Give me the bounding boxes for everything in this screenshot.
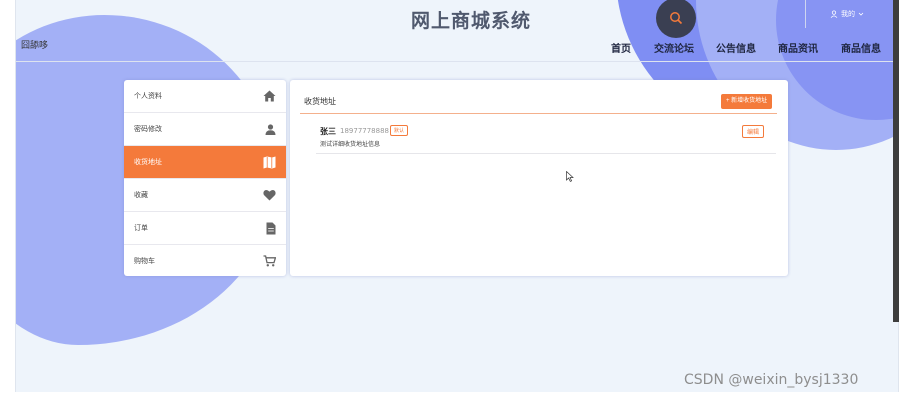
- add-address-button[interactable]: + 新增收货地址: [721, 94, 773, 109]
- sidebar-item-favorites[interactable]: 收藏: [124, 179, 286, 212]
- panel-title-divider: [300, 113, 777, 114]
- sidebar-item-profile[interactable]: 个人资料: [124, 80, 286, 113]
- sidebar-item-label: 订单: [134, 224, 148, 232]
- home-icon: [263, 90, 276, 102]
- mine-label: 我的: [841, 10, 855, 18]
- user-icon: [265, 123, 276, 135]
- nav-product-news[interactable]: 商品资讯: [778, 40, 818, 55]
- address-panel: 收货地址 + 新增收货地址 张三 18977778888 默认 测试详细收货地址…: [290, 80, 788, 276]
- sidebar-item-addresses[interactable]: 收货地址: [124, 146, 286, 179]
- sidebar-item-label: 购物车: [134, 257, 155, 265]
- sidebar-item-password[interactable]: 密码修改: [124, 113, 286, 146]
- sidebar-item-orders[interactable]: 订单: [124, 212, 286, 245]
- mine-menu[interactable]: 我的: [830, 9, 864, 19]
- document-icon: [266, 222, 276, 234]
- sidebar-item-label: 收藏: [134, 191, 148, 199]
- nav-announcements[interactable]: 公告信息: [716, 40, 756, 55]
- user-id-label: 囧舔哆: [21, 41, 49, 51]
- sidebar-item-label: 密码修改: [134, 125, 162, 133]
- page-scrollbar[interactable]: [893, 0, 899, 322]
- page-frame: 网上商城系统 囧舔哆 我的 首页 交流论坛 公告信息 商品资讯 商品信息 个人资…: [15, 0, 899, 392]
- sidebar-item-label: 收货地址: [134, 158, 162, 166]
- panel-title: 收货地址: [304, 97, 336, 106]
- nav-product-info[interactable]: 商品信息: [841, 40, 881, 55]
- address-recipient-name: 张三: [320, 127, 336, 136]
- heart-icon: [263, 189, 276, 201]
- nav-forum[interactable]: 交流论坛: [654, 40, 694, 55]
- watermark-text: CSDN @weixin_bysj1330: [684, 372, 859, 388]
- chevron-down-icon: [858, 12, 864, 16]
- header-divider-line: [16, 61, 898, 62]
- search-icon: [670, 12, 683, 25]
- mouse-cursor-icon: [566, 171, 574, 182]
- address-phone: 18977778888: [340, 127, 389, 135]
- nav-home[interactable]: 首页: [611, 40, 631, 55]
- user-outline-icon: [830, 10, 838, 18]
- address-list-item: 张三 18977778888 默认 测试详细收货地址信息 编辑: [316, 124, 776, 154]
- sidebar-item-label: 个人资料: [134, 92, 162, 100]
- default-badge: 默认: [390, 125, 409, 136]
- site-title: 网上商城系统: [411, 10, 532, 32]
- address-detail: 测试详细收货地址信息: [320, 141, 381, 148]
- edit-address-button[interactable]: 编辑: [742, 125, 765, 138]
- map-icon: [263, 156, 276, 168]
- cart-icon: [263, 255, 276, 267]
- sidebar-item-cart[interactable]: 购物车: [124, 245, 286, 276]
- account-sidebar: 个人资料 密码修改 收货地址 收藏 订单 购物车: [124, 80, 286, 276]
- header-divider: [805, 0, 806, 28]
